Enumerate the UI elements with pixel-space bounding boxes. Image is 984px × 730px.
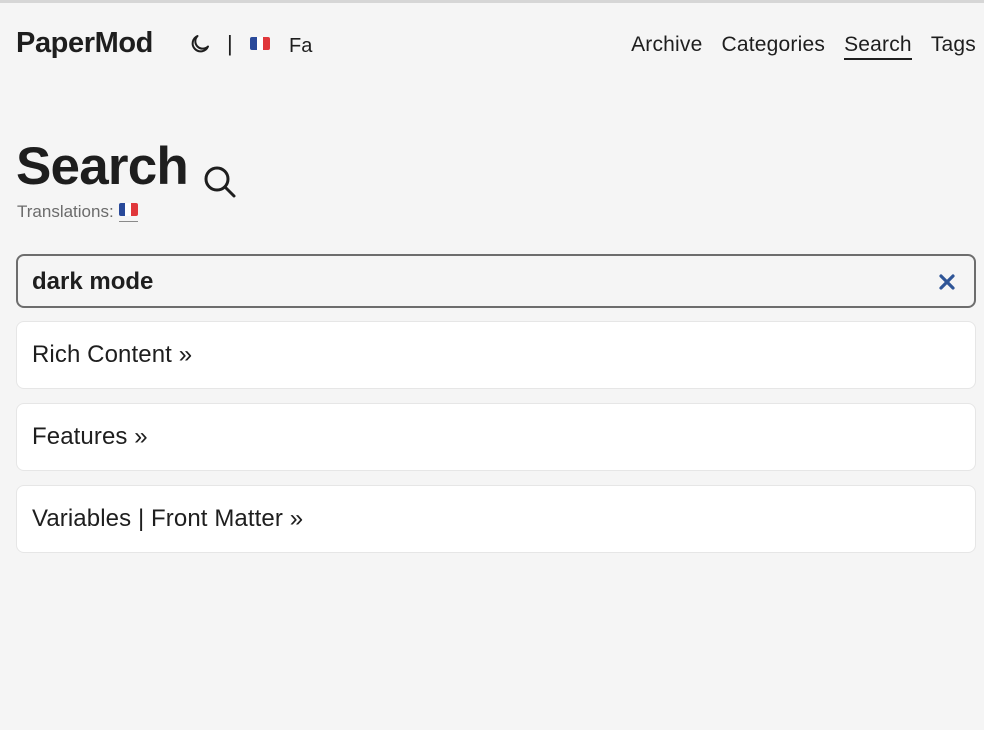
search-box [16,254,976,308]
search-input[interactable] [32,267,912,297]
menu-item-categories[interactable]: Categories [722,33,826,60]
translations-label: Translations: [17,202,114,221]
header-separator: | [227,31,233,56]
result-item[interactable]: Features » [16,403,976,471]
france-flag-icon[interactable] [250,37,272,51]
moon-icon[interactable] [188,32,212,56]
search-icon [202,152,238,197]
result-title: Variables | Front Matter » [32,505,304,532]
result-title: Features » [32,423,148,450]
menu-item-archive[interactable]: Archive [631,33,702,60]
menu-item-search[interactable]: Search [844,33,912,60]
result-title: Rich Content » [32,341,193,368]
site-header: PaperMod | Fa Archive Categories Search … [0,3,984,87]
result-item[interactable]: Variables | Front Matter » [16,485,976,553]
close-icon[interactable] [937,272,957,292]
language-switch-label[interactable]: Fa [289,35,312,58]
site-logo[interactable]: PaperMod [16,27,153,60]
main-menu: Archive Categories Search Tags [631,33,976,60]
search-results: Rich Content » Features » Variables | Fr… [16,321,976,567]
page-title-text: Search [16,137,189,196]
result-item[interactable]: Rich Content » [16,321,976,389]
page-title: Search [16,136,238,197]
menu-item-tags[interactable]: Tags [931,33,976,60]
translations-row: Translations: [17,202,138,222]
france-flag-icon[interactable] [118,202,138,222]
